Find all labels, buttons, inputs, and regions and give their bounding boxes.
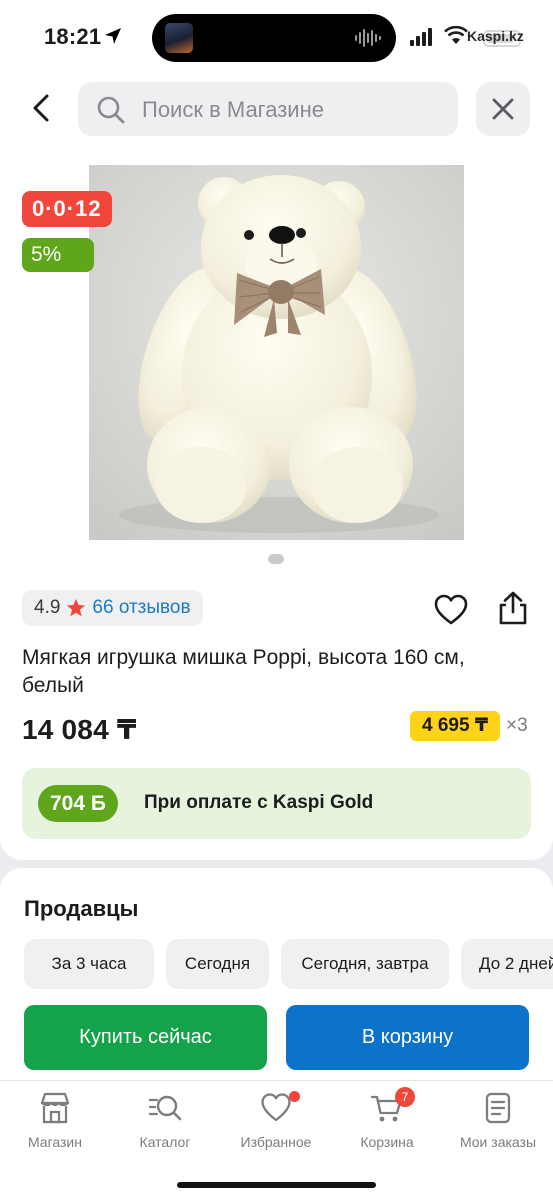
discount-badge: 5% — [22, 238, 94, 272]
reviews-link[interactable]: 66 отзывов — [92, 597, 190, 619]
home-indicator[interactable] — [177, 1182, 376, 1188]
now-playing-artwork — [165, 23, 193, 53]
product-title: Мягкая игрушка мишка Poppi, высота 160 с… — [22, 646, 465, 697]
bonus-amount-badge: 704 Б — [38, 785, 118, 822]
product-image[interactable] — [89, 165, 464, 540]
heart-icon[interactable] — [434, 594, 468, 626]
tab-catalog[interactable]: Каталог — [110, 1091, 220, 1161]
cart-count-badge: 7 — [395, 1087, 415, 1107]
bonus-text: При оплате с Kaspi Gold — [144, 792, 374, 813]
tab-cart[interactable]: 7 Корзина — [332, 1087, 442, 1161]
header: Поиск в Магазине — [0, 72, 553, 148]
rating-pill[interactable]: 4.9 66 отзывов — [22, 590, 203, 626]
search-placeholder: Поиск в Магазине — [142, 97, 324, 122]
tab-orders[interactable]: Мои заказы — [443, 1091, 553, 1161]
star-icon — [67, 599, 86, 617]
kaspi-gold-bonus-banner[interactable]: 704 Б При оплате с Kaspi Gold — [22, 768, 531, 839]
cellular-signal-icon — [410, 28, 432, 46]
close-button[interactable] — [476, 82, 530, 136]
carousel-indicator — [268, 554, 284, 564]
timer-badge: 0·0·12 — [22, 191, 112, 227]
filter-chip-2-days[interactable]: До 2 дней — [461, 939, 553, 989]
share-icon[interactable] — [496, 590, 530, 626]
catalog-search-icon — [149, 1095, 181, 1121]
close-icon — [492, 98, 514, 120]
carrier-label: Kaspi.kz — [467, 28, 524, 44]
product-card: 0·0·12 5% 4.9 66 отзывов Мягкая игрушка … — [0, 148, 553, 860]
location-arrow-icon — [105, 28, 121, 44]
tab-favorites[interactable]: Избранное — [221, 1091, 331, 1161]
product-page: 18:21 Kaspi.kz Поиск в Магазине 0·0·12 5… — [0, 0, 553, 1200]
orders-icon — [485, 1092, 511, 1124]
filter-chip-today-tomorrow[interactable]: Сегодня, завтра — [281, 939, 449, 989]
search-input[interactable]: Поиск в Магазине — [78, 82, 458, 136]
tab-label: Мои заказы — [459, 1134, 537, 1150]
status-time: 18:21 — [44, 24, 102, 49]
store-icon — [40, 1092, 70, 1124]
rating-value: 4.9 — [34, 597, 61, 618]
buy-now-button[interactable]: Купить сейчас — [24, 1005, 267, 1070]
tab-label: Магазин — [27, 1134, 82, 1150]
back-button[interactable] — [22, 86, 60, 130]
sellers-title: Продавцы — [24, 896, 139, 921]
teddy-bear-illustration — [89, 165, 464, 540]
wifi-icon — [444, 25, 468, 44]
tab-label: Корзина — [360, 1134, 414, 1150]
add-to-cart-button[interactable]: В корзину — [286, 1005, 529, 1070]
installment-months: ×3 — [506, 715, 528, 736]
status-bar: 18:21 Kaspi.kz — [0, 0, 553, 72]
notification-dot — [289, 1091, 300, 1102]
heart-icon — [261, 1093, 291, 1122]
dynamic-island — [152, 14, 396, 62]
audio-wave-icon — [355, 29, 381, 47]
filter-chip-3-hours[interactable]: За 3 часа — [24, 939, 154, 989]
installment-price[interactable]: 4 695 ₸ — [410, 711, 501, 741]
chevron-left-icon — [33, 94, 49, 122]
filter-chip-today[interactable]: Сегодня — [166, 939, 269, 989]
product-price: 14 084 ₸ — [22, 714, 137, 745]
tab-label: Каталог — [139, 1134, 191, 1150]
search-icon — [97, 96, 125, 124]
tab-label: Избранное — [240, 1134, 312, 1150]
tab-store[interactable]: Магазин — [0, 1091, 110, 1161]
